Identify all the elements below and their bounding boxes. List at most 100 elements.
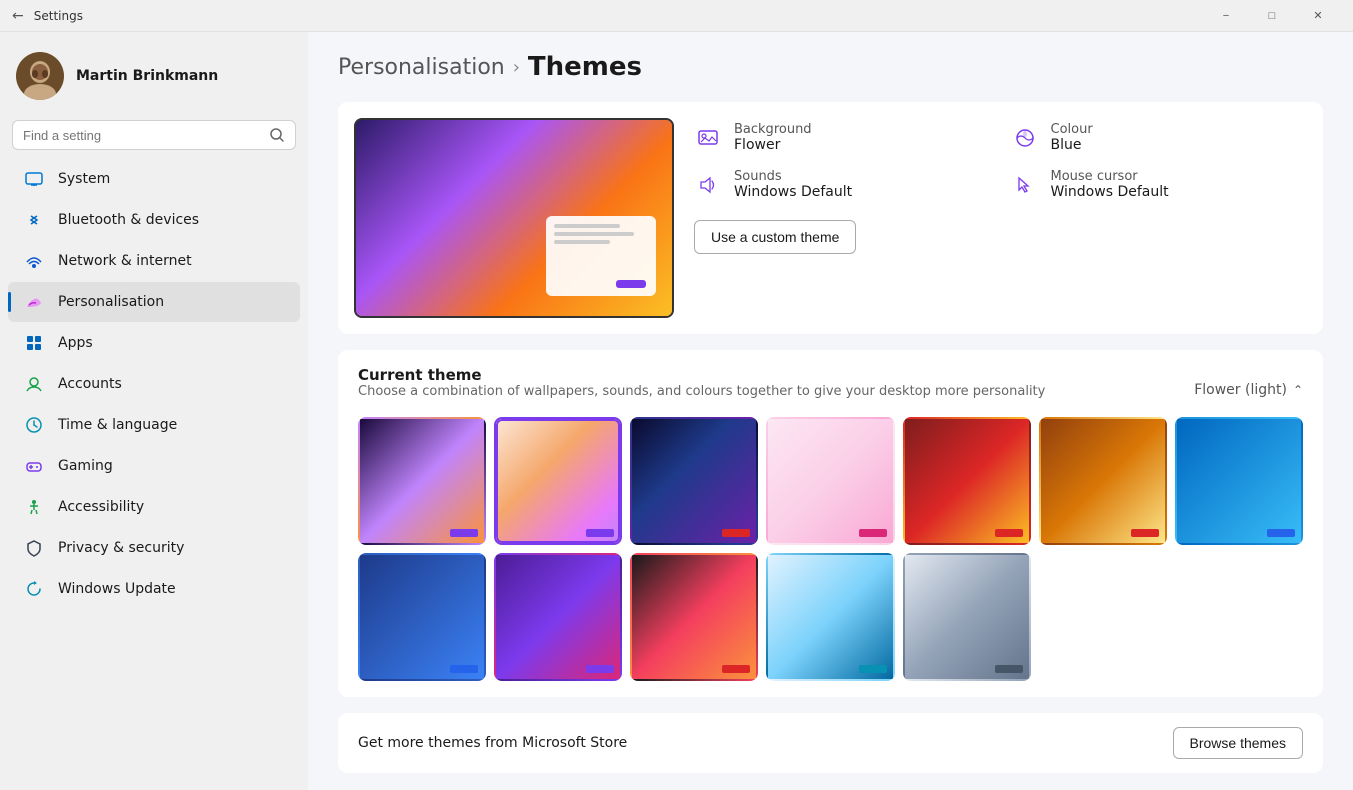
background-detail: Background Flower	[694, 122, 991, 153]
theme-detail-grid: Background Flower	[694, 122, 1307, 200]
theme-thumb-btn-7	[1267, 529, 1295, 537]
close-button[interactable]: ✕	[1295, 0, 1341, 32]
back-icon[interactable]: ←	[12, 8, 24, 24]
themes-grid	[358, 417, 1303, 681]
theme-thumbnail-space[interactable]	[630, 417, 758, 545]
sidebar-item-privacy-label: Privacy & security	[58, 540, 184, 556]
store-text: Get more themes from Microsoft Store	[358, 735, 627, 751]
bluetooth-icon	[24, 210, 44, 230]
theme-thumb-btn-4	[859, 529, 887, 537]
system-icon	[24, 169, 44, 189]
time-icon	[24, 415, 44, 435]
theme-thumb-btn-11	[859, 665, 887, 673]
sidebar-item-system[interactable]: System	[8, 159, 300, 199]
sidebar-item-accounts-label: Accounts	[58, 376, 122, 392]
sounds-detail: Sounds Windows Default	[694, 169, 991, 200]
theme-thumbnail-purple-glow[interactable]	[494, 553, 622, 681]
theme-thumb-btn-9	[586, 665, 614, 673]
mouse-cursor-detail: Mouse cursor Windows Default	[1011, 169, 1308, 200]
theme-selected-name: Flower (light)	[1194, 382, 1287, 398]
sidebar-item-apps-label: Apps	[58, 335, 93, 351]
sidebar-item-system-label: System	[58, 171, 110, 187]
sidebar-item-gaming-label: Gaming	[58, 458, 113, 474]
theme-thumbnail-pastel[interactable]	[766, 417, 894, 545]
sidebar-item-bluetooth[interactable]: Bluetooth & devices	[8, 200, 300, 240]
mouse-cursor-label: Mouse cursor	[1051, 169, 1169, 184]
window-line-3	[554, 240, 610, 244]
mouse-cursor-value: Windows Default	[1051, 184, 1169, 200]
current-theme-title: Current theme	[358, 366, 1045, 384]
theme-thumb-btn-3	[722, 529, 750, 537]
theme-thumbnail-lake[interactable]	[766, 553, 894, 681]
sidebar-item-accounts[interactable]: Accounts	[8, 364, 300, 404]
privacy-icon	[24, 538, 44, 558]
user-profile[interactable]: Martin Brinkmann	[0, 44, 308, 116]
colour-value: Blue	[1051, 137, 1093, 153]
theme-selected-label[interactable]: Flower (light) ⌃	[1194, 382, 1303, 398]
app-title: Settings	[34, 9, 83, 23]
colour-detail: Colour Blue	[1011, 122, 1308, 153]
use-custom-theme-button[interactable]: Use a custom theme	[694, 220, 856, 254]
colour-icon	[1011, 124, 1039, 152]
theme-info: Background Flower	[694, 118, 1307, 254]
accounts-icon	[24, 374, 44, 394]
titlebar: ← Settings − □ ✕	[0, 0, 1353, 32]
search-icon	[269, 127, 285, 143]
theme-thumb-btn-6	[1131, 529, 1159, 537]
window-line-2	[554, 232, 634, 236]
theme-preview-image	[354, 118, 674, 318]
sidebar-item-bluetooth-label: Bluetooth & devices	[58, 212, 199, 228]
breadcrumb-current: Themes	[528, 52, 642, 82]
minimize-button[interactable]: −	[1203, 0, 1249, 32]
sidebar-item-time-label: Time & language	[58, 417, 177, 433]
chevron-up-icon: ⌃	[1293, 383, 1303, 397]
theme-thumb-btn-1	[450, 529, 478, 537]
maximize-button[interactable]: □	[1249, 0, 1295, 32]
sidebar-item-personalisation[interactable]: Personalisation	[8, 282, 300, 322]
windows-update-icon	[24, 579, 44, 599]
search-box[interactable]	[12, 120, 296, 150]
search-input[interactable]	[23, 128, 261, 143]
current-theme-subtitle: Choose a combination of wallpapers, soun…	[358, 384, 1045, 399]
theme-thumbnail-blue-windows[interactable]	[1175, 417, 1303, 545]
theme-thumbnail-deep-blue[interactable]	[358, 553, 486, 681]
sounds-value: Windows Default	[734, 184, 852, 200]
sidebar-item-time[interactable]: Time & language	[8, 405, 300, 445]
background-value: Flower	[734, 137, 812, 153]
theme-thumbnail-colorful-dark[interactable]	[630, 553, 758, 681]
sidebar-item-accessibility-label: Accessibility	[58, 499, 144, 515]
sidebar-item-network-label: Network & internet	[58, 253, 192, 269]
theme-thumbnail-flower-dark[interactable]	[358, 417, 486, 545]
theme-thumbnail-desert[interactable]	[1039, 417, 1167, 545]
breadcrumb-parent[interactable]: Personalisation	[338, 55, 505, 80]
theme-thumbnail-white-swirl[interactable]	[903, 553, 1031, 681]
mouse-cursor-text: Mouse cursor Windows Default	[1051, 169, 1169, 200]
mouse-cursor-icon	[1011, 171, 1039, 199]
sidebar-item-accessibility[interactable]: Accessibility	[8, 487, 300, 527]
sidebar-item-network[interactable]: Network & internet	[8, 241, 300, 281]
current-theme-title-group: Current theme Choose a combination of wa…	[358, 366, 1045, 413]
apps-icon	[24, 333, 44, 353]
breadcrumb: Personalisation › Themes	[338, 52, 1323, 82]
theme-thumbnail-flower-light[interactable]	[494, 417, 622, 545]
sidebar-item-gaming[interactable]: Gaming	[8, 446, 300, 486]
sidebar-item-windows-update[interactable]: Windows Update	[8, 569, 300, 609]
theme-thumb-btn-8	[450, 665, 478, 673]
background-icon	[694, 124, 722, 152]
sidebar-item-privacy[interactable]: Privacy & security	[8, 528, 300, 568]
theme-thumbnail-sunset[interactable]	[903, 417, 1031, 545]
theme-thumb-btn-10	[722, 665, 750, 673]
sidebar-item-apps[interactable]: Apps	[8, 323, 300, 363]
titlebar-controls: − □ ✕	[1203, 0, 1341, 32]
theme-thumb-btn-5	[995, 529, 1023, 537]
sidebar: Martin Brinkmann System	[0, 32, 308, 790]
sidebar-item-personalisation-label: Personalisation	[58, 294, 164, 310]
gaming-icon	[24, 456, 44, 476]
theme-thumb-btn-12	[995, 665, 1023, 673]
personalisation-icon	[24, 292, 44, 312]
network-icon	[24, 251, 44, 271]
colour-text: Colour Blue	[1051, 122, 1093, 153]
breadcrumb-separator: ›	[513, 57, 520, 78]
theme-thumb-btn-2	[586, 529, 614, 537]
browse-themes-button[interactable]: Browse themes	[1173, 727, 1303, 759]
